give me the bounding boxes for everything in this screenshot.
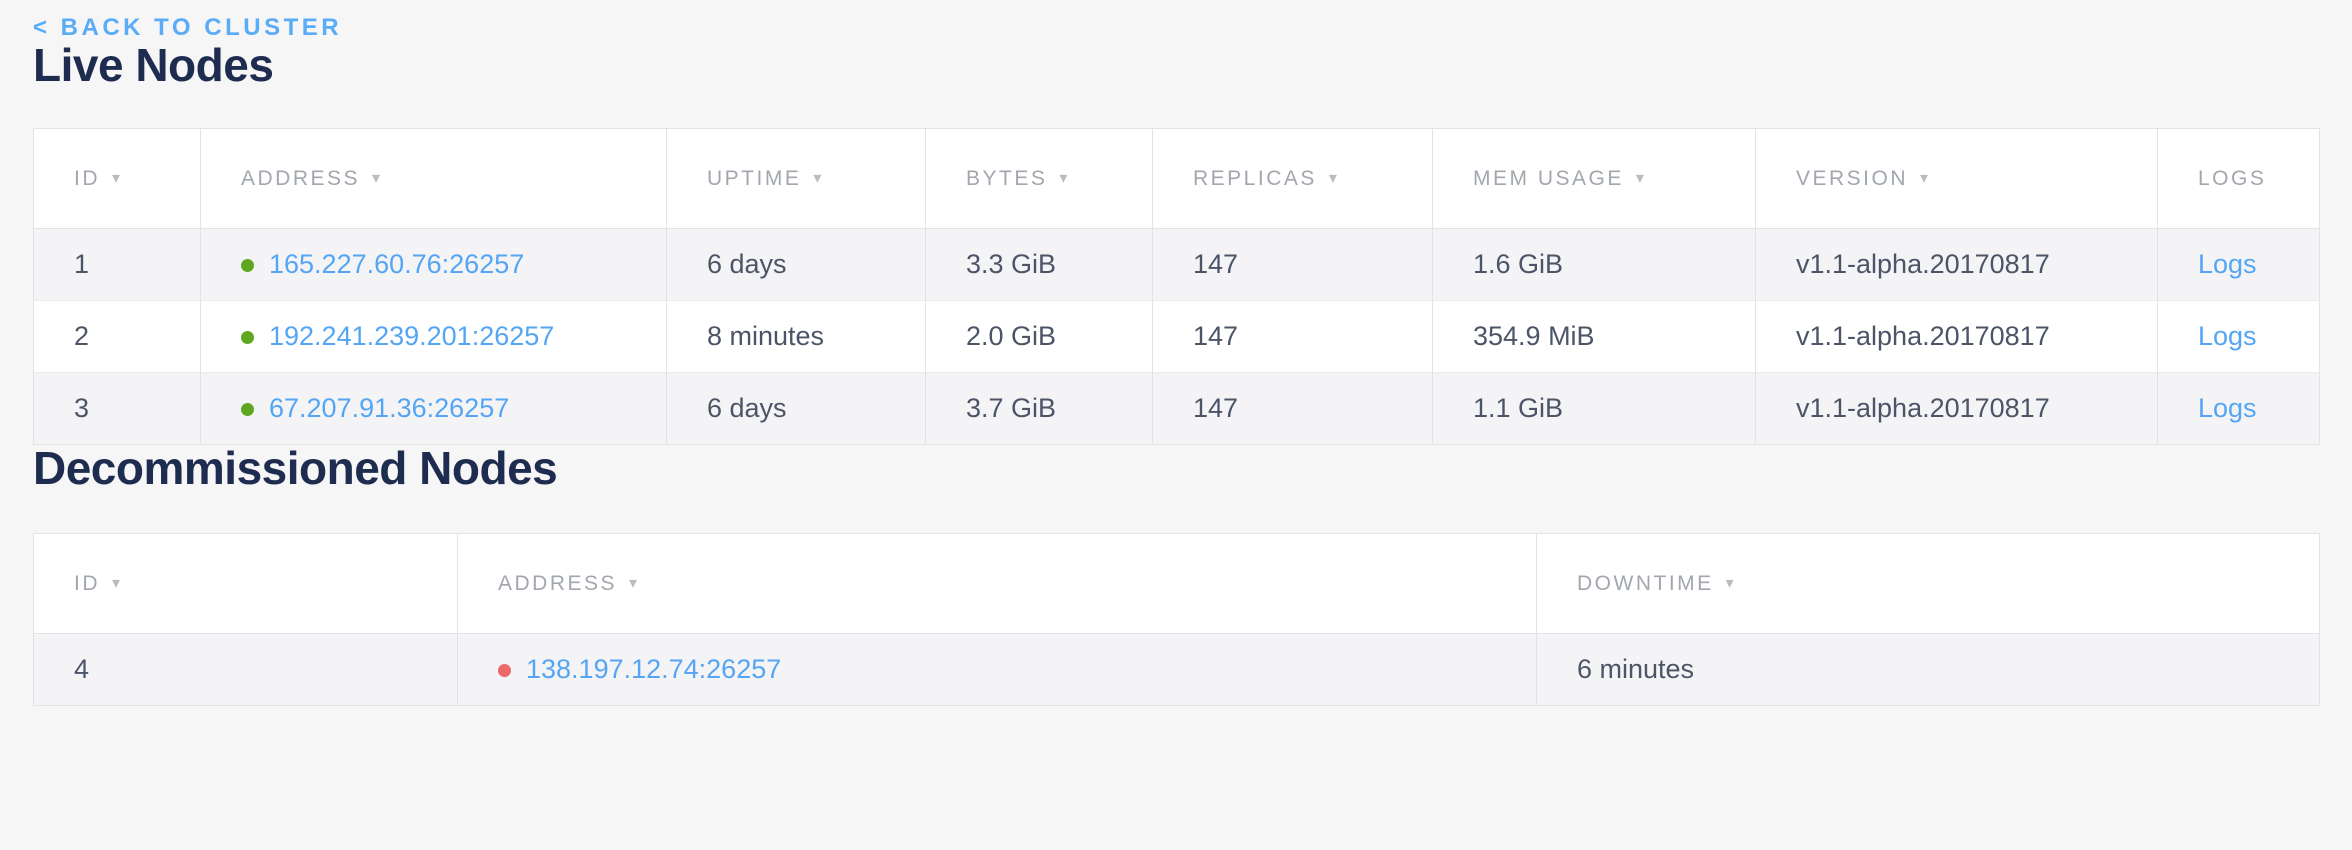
cell-uptime: 8 minutes xyxy=(667,301,926,373)
cell-version: v1.1-alpha.20170817 xyxy=(1756,373,2158,445)
sort-arrow-icon: ▾ xyxy=(1059,170,1070,187)
cell-node-address: 138.197.12.74:26257 xyxy=(458,634,1537,706)
back-to-cluster-link[interactable]: < BACK TO CLUSTER xyxy=(33,14,342,42)
cell-uptime: 6 days xyxy=(667,373,926,445)
sort-arrow-icon: ▾ xyxy=(1329,170,1340,187)
cell-logs: Logs xyxy=(2158,301,2320,373)
cell-bytes: 2.0 GiB xyxy=(926,301,1153,373)
cell-version: v1.1-alpha.20170817 xyxy=(1756,229,2158,301)
cell-node-id: 2 xyxy=(34,301,201,373)
table-row: 1 165.227.60.76:26257 6 days 3.3 GiB 147… xyxy=(34,229,2320,301)
cell-mem-usage: 1.6 GiB xyxy=(1433,229,1756,301)
live-nodes-table: ID▾ ADDRESS▾ UPTIME▾ BYTES▾ REPLICAS▾ ME… xyxy=(33,128,2320,445)
sort-arrow-icon: ▾ xyxy=(112,170,123,187)
node-address-link[interactable]: 192.241.239.201:26257 xyxy=(269,321,554,351)
live-nodes-title: Live Nodes xyxy=(33,42,2319,88)
logs-link[interactable]: Logs xyxy=(2198,249,2257,279)
column-header-downtime[interactable]: DOWNTIME▾ xyxy=(1537,534,2320,634)
table-row: 4 138.197.12.74:26257 6 minutes xyxy=(34,634,2320,706)
cell-node-address: 165.227.60.76:26257 xyxy=(201,229,667,301)
logs-link[interactable]: Logs xyxy=(2198,393,2257,423)
column-header-version[interactable]: VERSION▾ xyxy=(1756,129,2158,229)
cell-node-id: 1 xyxy=(34,229,201,301)
table-row: 3 67.207.91.36:26257 6 days 3.7 GiB 147 … xyxy=(34,373,2320,445)
sort-arrow-icon: ▾ xyxy=(372,170,383,187)
cell-node-id: 4 xyxy=(34,634,458,706)
live-status-dot-icon xyxy=(241,259,254,272)
column-header-logs: LOGS xyxy=(2158,129,2320,229)
nodes-page: < BACK TO CLUSTER Live Nodes ID▾ ADDRESS… xyxy=(0,0,2352,706)
live-status-dot-icon xyxy=(241,331,254,344)
cell-version: v1.1-alpha.20170817 xyxy=(1756,301,2158,373)
sort-arrow-icon: ▾ xyxy=(813,170,824,187)
cell-node-id: 3 xyxy=(34,373,201,445)
cell-node-address: 67.207.91.36:26257 xyxy=(201,373,667,445)
column-header-id[interactable]: ID▾ xyxy=(34,534,458,634)
decommissioned-status-dot-icon xyxy=(498,664,511,677)
column-header-replicas[interactable]: REPLICAS▾ xyxy=(1153,129,1433,229)
table-row: 2 192.241.239.201:26257 8 minutes 2.0 Gi… xyxy=(34,301,2320,373)
sort-arrow-icon: ▾ xyxy=(629,575,640,592)
column-header-address[interactable]: ADDRESS▾ xyxy=(201,129,667,229)
node-address-link[interactable]: 165.227.60.76:26257 xyxy=(269,249,524,279)
cell-bytes: 3.3 GiB xyxy=(926,229,1153,301)
sort-arrow-icon: ▾ xyxy=(1726,575,1737,592)
cell-replicas: 147 xyxy=(1153,373,1433,445)
cell-replicas: 147 xyxy=(1153,229,1433,301)
decommissioned-nodes-table: ID▾ ADDRESS▾ DOWNTIME▾ 4 138.197.12.74:2… xyxy=(33,533,2320,706)
cell-logs: Logs xyxy=(2158,373,2320,445)
cell-logs: Logs xyxy=(2158,229,2320,301)
node-address-link[interactable]: 138.197.12.74:26257 xyxy=(526,654,781,684)
cell-uptime: 6 days xyxy=(667,229,926,301)
column-header-id[interactable]: ID▾ xyxy=(34,129,201,229)
decommissioned-nodes-title: Decommissioned Nodes xyxy=(33,445,2319,491)
header-row: ID▾ ADDRESS▾ DOWNTIME▾ xyxy=(34,534,2320,634)
cell-downtime: 6 minutes xyxy=(1537,634,2320,706)
sort-arrow-icon: ▾ xyxy=(1920,170,1931,187)
live-status-dot-icon xyxy=(241,403,254,416)
cell-replicas: 147 xyxy=(1153,301,1433,373)
sort-arrow-icon: ▾ xyxy=(112,575,123,592)
cell-bytes: 3.7 GiB xyxy=(926,373,1153,445)
column-header-bytes[interactable]: BYTES▾ xyxy=(926,129,1153,229)
column-header-uptime[interactable]: UPTIME▾ xyxy=(667,129,926,229)
cell-node-address: 192.241.239.201:26257 xyxy=(201,301,667,373)
column-header-address[interactable]: ADDRESS▾ xyxy=(458,534,1537,634)
sort-arrow-icon: ▾ xyxy=(1636,170,1647,187)
column-header-mem-usage[interactable]: MEM USAGE▾ xyxy=(1433,129,1756,229)
cell-mem-usage: 354.9 MiB xyxy=(1433,301,1756,373)
cell-mem-usage: 1.1 GiB xyxy=(1433,373,1756,445)
header-row: ID▾ ADDRESS▾ UPTIME▾ BYTES▾ REPLICAS▾ ME… xyxy=(34,129,2320,229)
logs-link[interactable]: Logs xyxy=(2198,321,2257,351)
node-address-link[interactable]: 67.207.91.36:26257 xyxy=(269,393,509,423)
